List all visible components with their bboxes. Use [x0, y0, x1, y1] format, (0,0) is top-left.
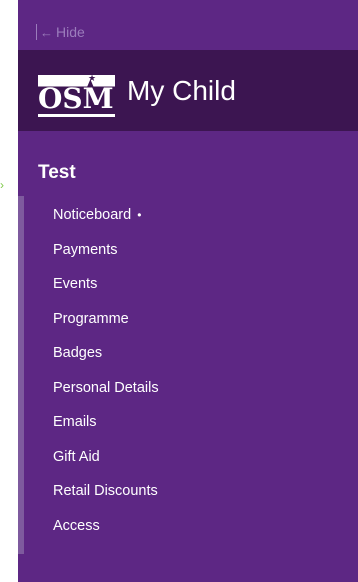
nav-item-label: Payments [53, 241, 118, 258]
nav-item-access[interactable]: Access [18, 509, 358, 544]
divider-icon [36, 24, 37, 40]
nav-item-label: Gift Aid [53, 448, 100, 465]
sidebar-panel: ← Hide ★ OSM My Child Test Noticeboard •… [18, 0, 358, 582]
nav-item-label: Badges [53, 345, 103, 362]
section-title: Test [38, 162, 76, 183]
nav-item-emails[interactable]: Emails [18, 405, 358, 440]
nav-item-noticeboard[interactable]: Noticeboard • [18, 198, 358, 233]
logo-text: OSM [38, 81, 114, 115]
nav-item-label: Noticeboard [53, 207, 132, 224]
nav-item-personal-details[interactable]: Personal Details [18, 371, 358, 406]
arrow-left-icon: ← [40, 24, 53, 40]
nav-menu: Noticeboard • Payments Events Programme … [18, 198, 358, 543]
hide-button[interactable]: ← Hide [18, 0, 358, 50]
nav-item-gift-aid[interactable]: Gift Aid [18, 440, 358, 475]
nav-item-badges[interactable]: Badges [18, 336, 358, 371]
nav-item-payments[interactable]: Payments [18, 233, 358, 268]
nav-item-label: Access [53, 517, 100, 534]
pointer-arrow-icon: › [0, 178, 4, 192]
logo-underline [38, 113, 115, 117]
nav-item-label: Personal Details [53, 379, 159, 396]
hide-label: Hide [56, 24, 85, 40]
nav-item-label: Emails [53, 414, 97, 431]
app-title: My Child [127, 74, 236, 106]
nav-item-label: Retail Discounts [53, 483, 158, 500]
nav-item-label: Programme [53, 310, 129, 327]
nav-item-retail-discounts[interactable]: Retail Discounts [18, 474, 358, 509]
nav-item-label: Events [53, 276, 98, 293]
nav-item-programme[interactable]: Programme [18, 302, 358, 337]
unread-dot-icon: • [137, 208, 142, 223]
osm-logo: ★ OSM [38, 65, 115, 117]
nav-item-events[interactable]: Events [18, 267, 358, 302]
brand-header[interactable]: ★ OSM My Child [18, 50, 358, 131]
